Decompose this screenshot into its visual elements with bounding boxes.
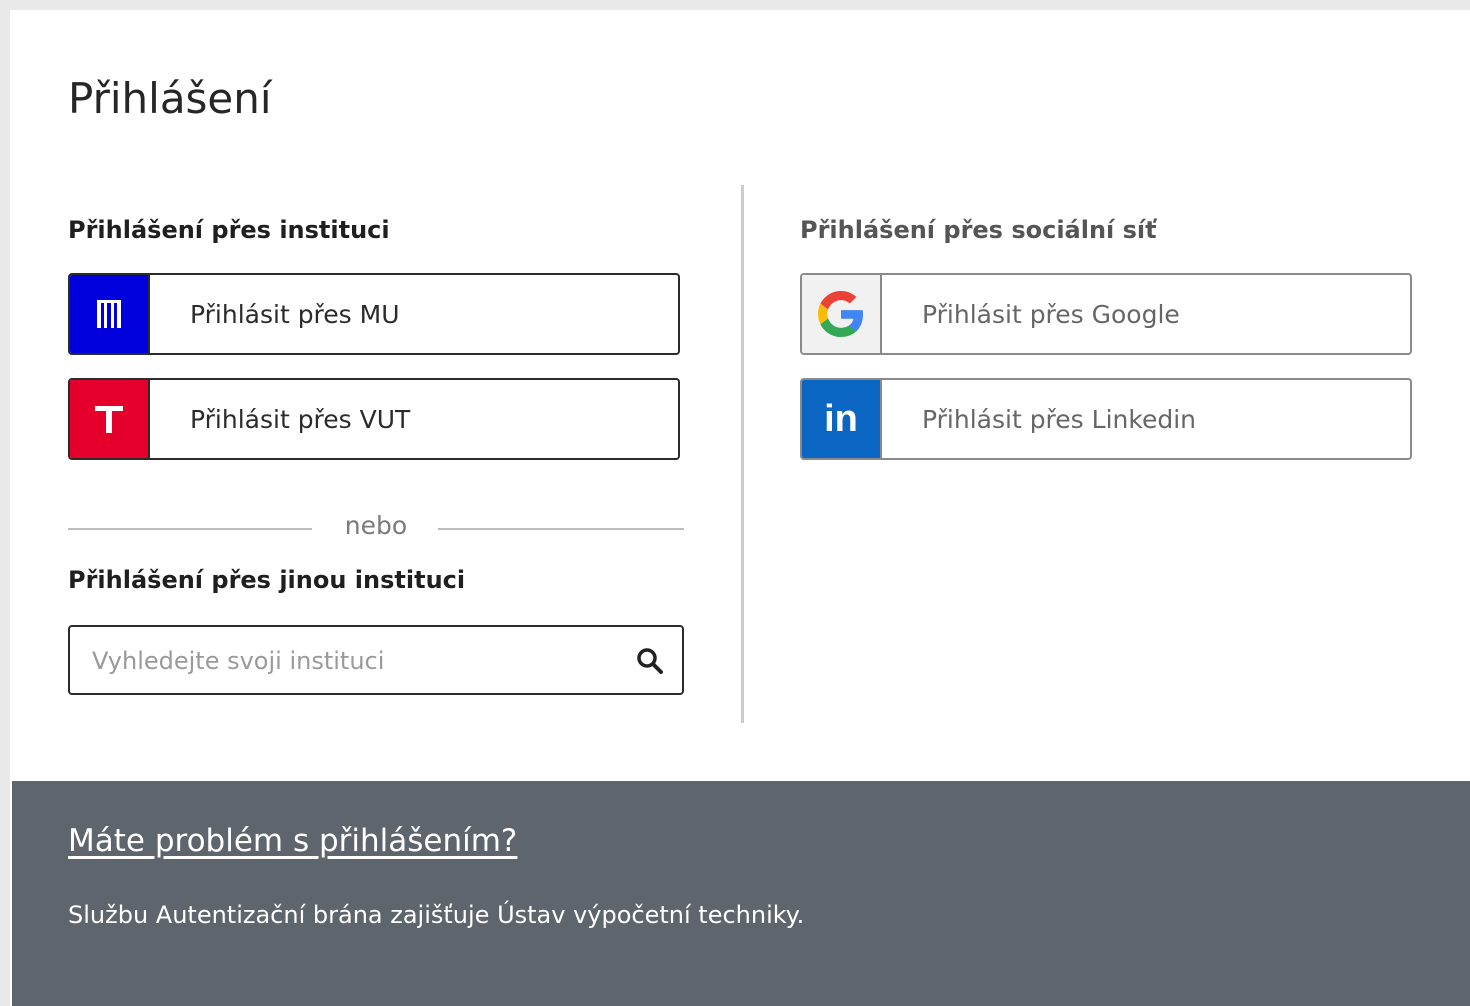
vut-logo-icon <box>70 380 150 458</box>
linkedin-logo-icon: in <box>802 380 882 458</box>
footer: Máte problém s přihlášením? Službu Auten… <box>12 781 1470 1006</box>
login-google-label: Přihlásit přes Google <box>922 299 1180 329</box>
login-vut-label: Přihlásit přes VUT <box>190 404 411 434</box>
other-institution-heading: Přihlášení přes jinou instituci <box>68 566 466 594</box>
login-mu-label: Přihlásit přes MU <box>190 299 400 329</box>
separator-text: nebo <box>344 511 408 540</box>
institution-heading: Přihlášení přes instituci <box>68 216 390 244</box>
linkedin-logo-text: in <box>824 398 858 440</box>
institution-search-input[interactable] <box>90 639 614 683</box>
login-mu-button[interactable]: Přihlásit přes MU <box>68 273 680 355</box>
login-linkedin-button[interactable]: in Přihlásit přes Linkedin <box>800 378 1412 460</box>
institution-search-box <box>68 625 684 695</box>
separator-line-right <box>438 528 684 530</box>
login-page: Přihlášení Přihlášení přes instituci Při… <box>10 10 1470 1006</box>
search-icon[interactable] <box>636 647 664 675</box>
column-divider <box>741 185 744 723</box>
mu-logo-icon <box>70 275 150 353</box>
google-logo-icon <box>802 275 882 353</box>
social-heading: Přihlášení přes sociální síť <box>800 216 1157 244</box>
footer-service-text: Službu Autentizační brána zajišťuje Ústa… <box>68 901 805 929</box>
login-linkedin-label: Přihlásit přes Linkedin <box>922 404 1196 434</box>
login-google-button[interactable]: Přihlásit přes Google <box>800 273 1412 355</box>
login-help-link[interactable]: Máte problém s přihlášením? <box>68 823 517 859</box>
page-title: Přihlášení <box>68 74 272 123</box>
or-separator: nebo <box>68 507 684 547</box>
social-login-section: Přihlášení přes sociální síť Přihlásit p… <box>800 215 1416 460</box>
institution-login-section: Přihlášení přes instituci Přihlásit přes… <box>68 215 684 695</box>
login-vut-button[interactable]: Přihlásit přes VUT <box>68 378 680 460</box>
